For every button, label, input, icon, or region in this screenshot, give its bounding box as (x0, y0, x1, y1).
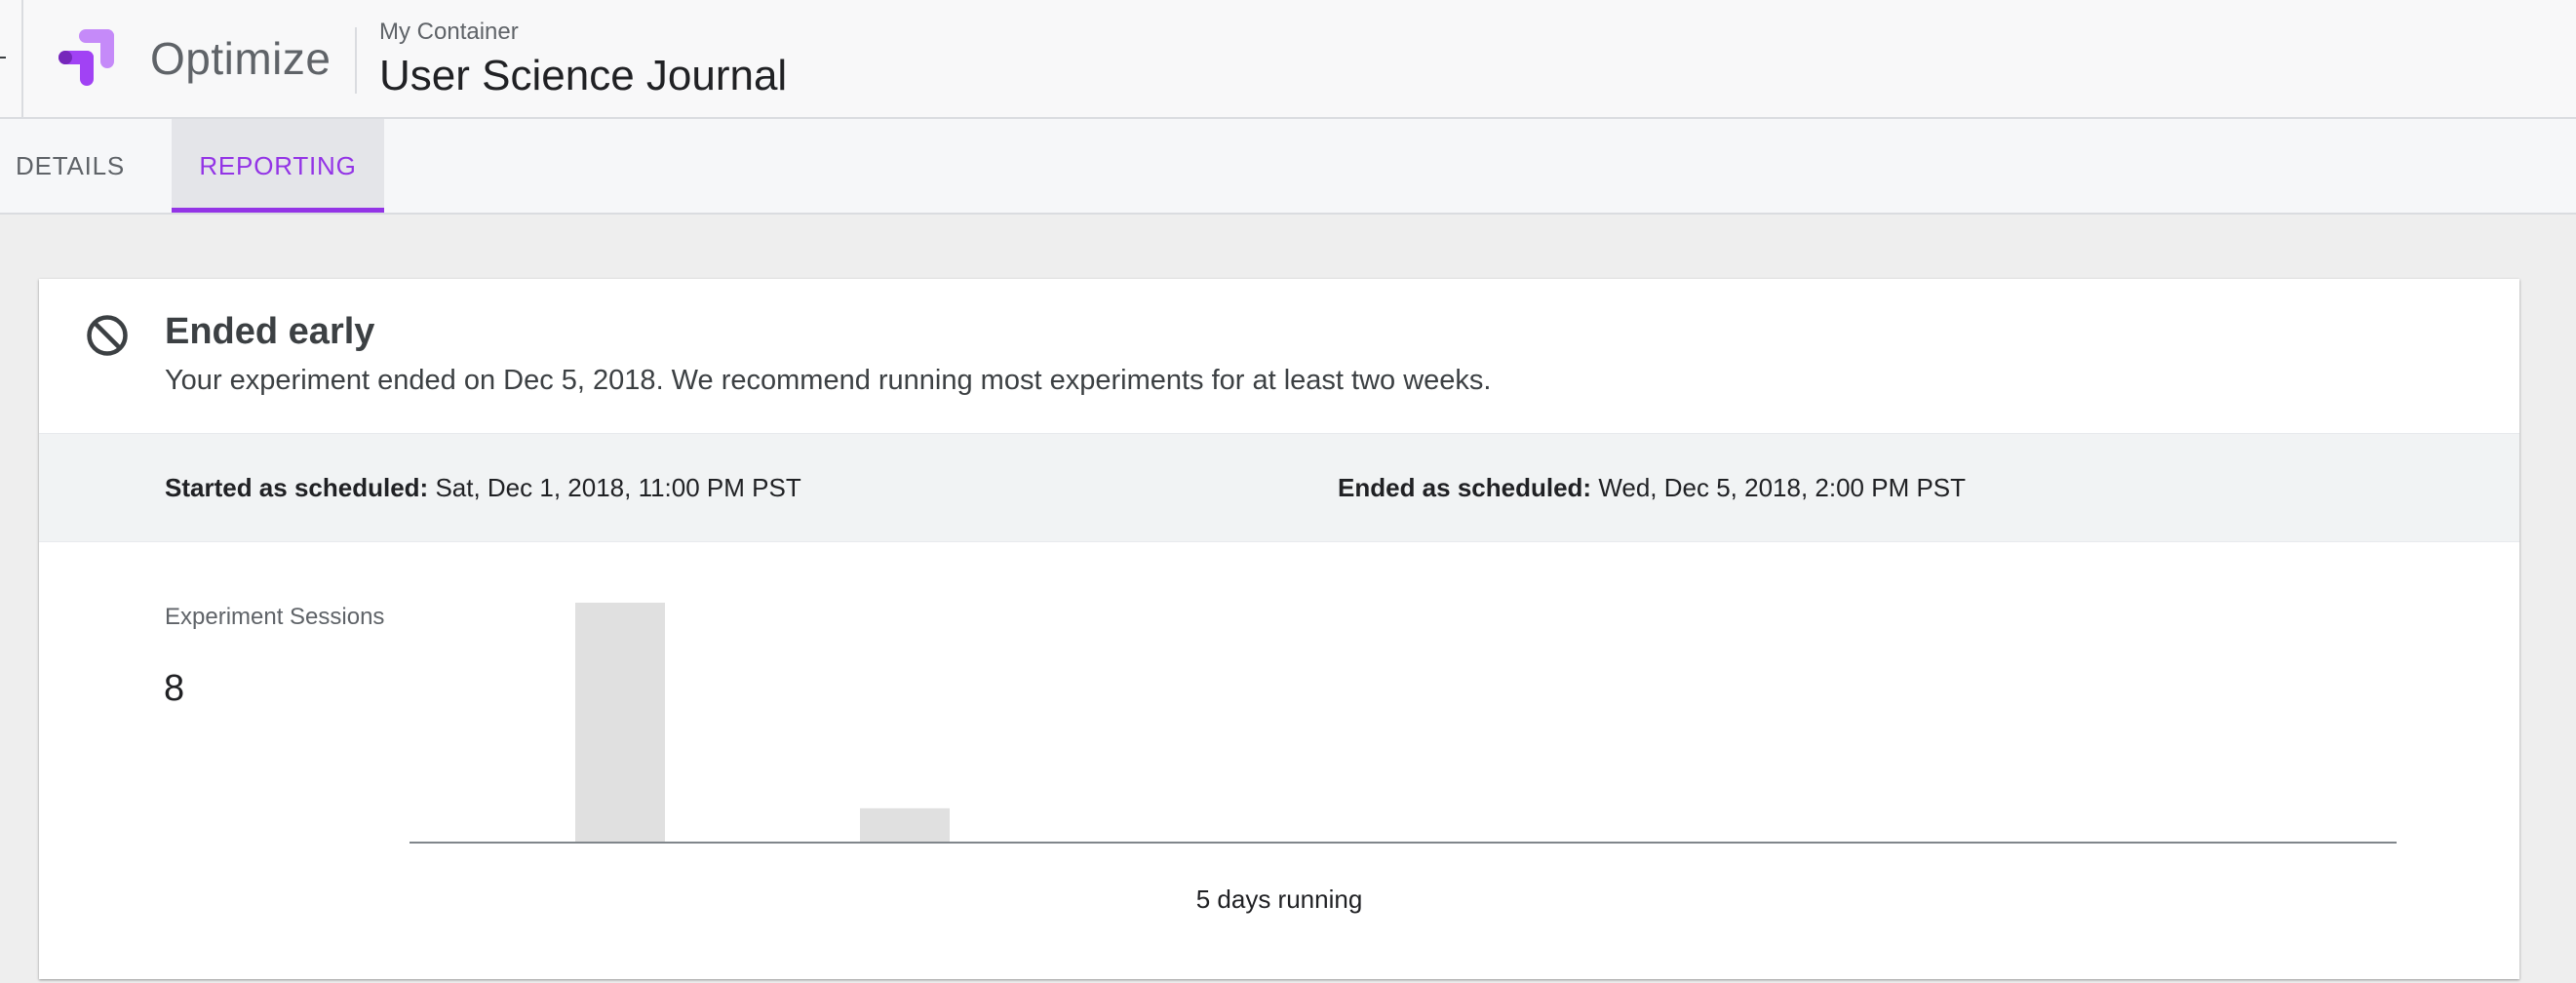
tab-reporting[interactable]: REPORTING (172, 119, 384, 213)
chart-bar (575, 603, 665, 843)
sessions-value: 8 (164, 668, 185, 709)
chart-x-label: 5 days running (1195, 885, 1363, 914)
report-card: Ended early Your experiment ended on Dec… (39, 279, 2519, 979)
start-schedule-value: Sat, Dec 1, 2018, 11:00 PM PST (435, 473, 801, 502)
end-schedule: Ended as scheduled: Wed, Dec 5, 2018, 2:… (1338, 434, 1966, 541)
block-icon (87, 315, 128, 356)
back-divider (21, 0, 23, 119)
status-message: Your experiment ended on Dec 5, 2018. We… (165, 365, 1492, 396)
experiment-title: User Science Journal (379, 52, 788, 99)
top-app-bar: Optimize My Container User Science Journ… (0, 0, 2576, 119)
sessions-label: Experiment Sessions (165, 604, 385, 630)
end-schedule-label: Ended as scheduled: (1338, 473, 1592, 502)
product-name: Optimize (150, 33, 332, 84)
back-arrow-icon[interactable] (0, 57, 6, 59)
tab-details[interactable]: DETAILS (0, 119, 140, 213)
tab-bar: DETAILS REPORTING (0, 119, 2576, 215)
start-schedule-label: Started as scheduled: (165, 473, 429, 502)
optimize-logo-icon (59, 29, 114, 86)
schedule-band: Started as scheduled: Sat, Dec 1, 2018, … (39, 433, 2519, 542)
end-schedule-value: Wed, Dec 5, 2018, 2:00 PM PST (1598, 473, 1967, 502)
sessions-bar-chart (410, 603, 2397, 844)
container-name[interactable]: My Container (379, 18, 519, 47)
chart-bar (860, 807, 950, 843)
status-title: Ended early (165, 311, 375, 352)
header-divider (355, 27, 357, 94)
start-schedule: Started as scheduled: Sat, Dec 1, 2018, … (165, 434, 801, 541)
